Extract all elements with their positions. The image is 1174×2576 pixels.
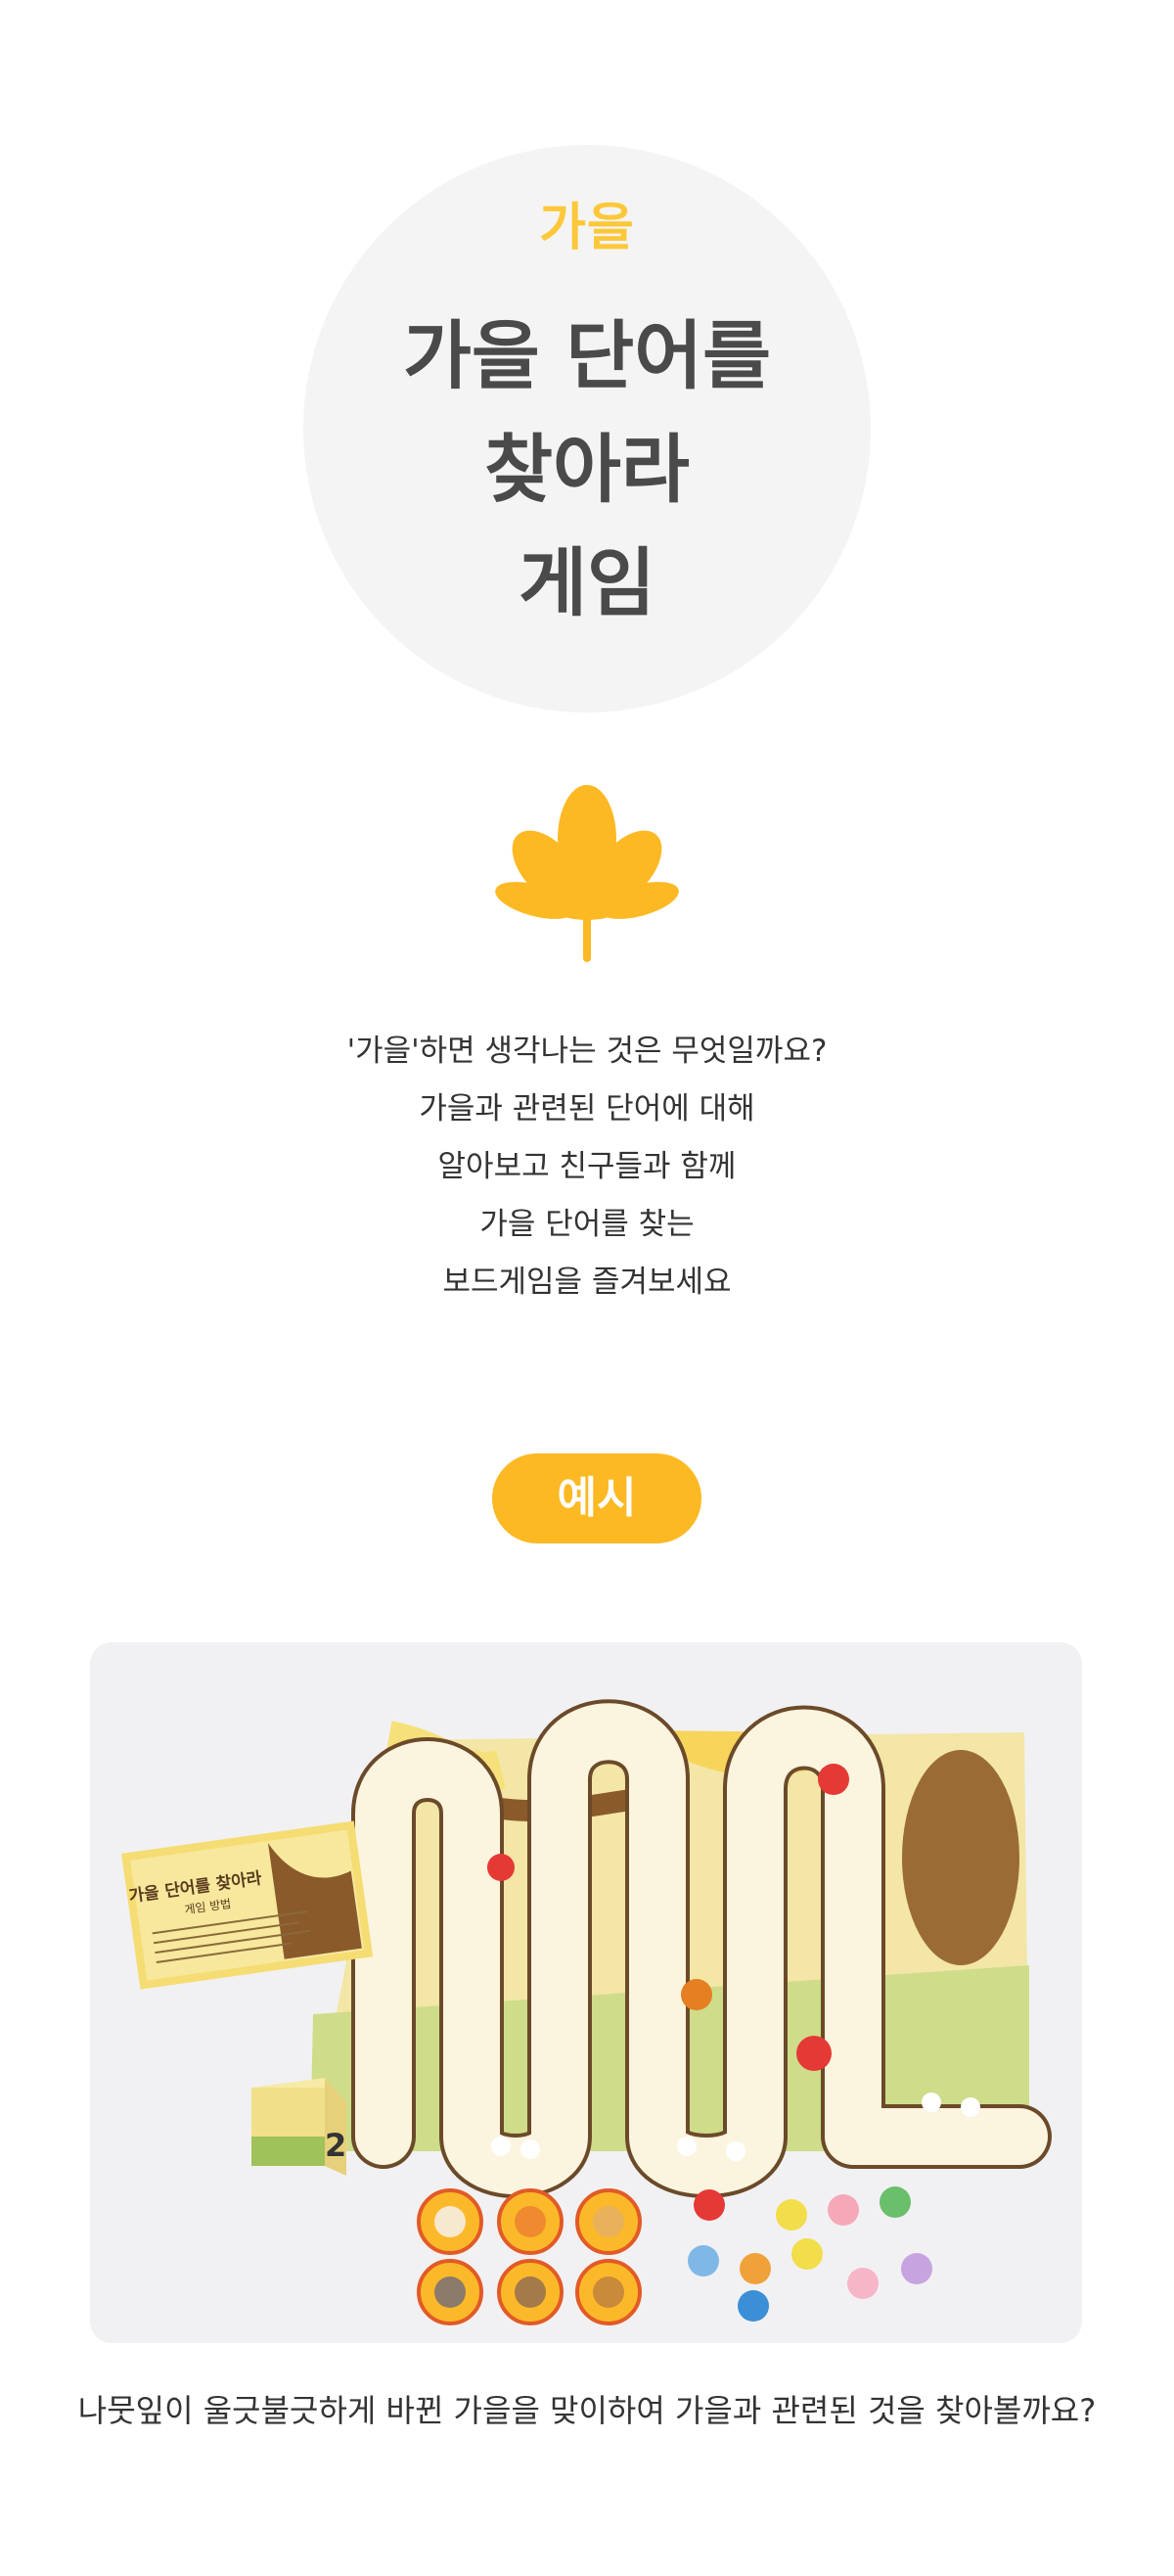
player-token bbox=[417, 2188, 483, 2255]
season-label: 가을 bbox=[539, 199, 635, 257]
player-token bbox=[575, 2259, 642, 2325]
intro-line-3: 알아보고 친구들과 함께 bbox=[437, 1149, 737, 1184]
player-token bbox=[497, 2259, 564, 2325]
intro-line-5: 보드게임을 즐겨보세요 bbox=[442, 1265, 732, 1300]
title-line-3: 게임 bbox=[519, 539, 655, 626]
intro-line-4: 가을 단어를 찾는 bbox=[479, 1207, 695, 1242]
player-tokens bbox=[417, 2188, 642, 2325]
intro-text: '가을'하면 생각나는 것은 무엇일까요? 가을과 관련된 단어에 대해 알아보… bbox=[0, 1023, 1174, 1311]
die-number: 2 bbox=[325, 2127, 346, 2164]
page-title: 가을 단어를 찾아라 게임 bbox=[0, 299, 1174, 640]
intro-line-2: 가을과 관련된 단어에 대해 bbox=[419, 1091, 755, 1127]
player-token bbox=[417, 2259, 483, 2325]
maple-leaf-icon bbox=[494, 778, 680, 964]
player-token bbox=[575, 2188, 642, 2255]
game-die: 2 bbox=[251, 2078, 346, 2176]
player-token bbox=[497, 2188, 564, 2255]
title-line-1: 가을 단어를 bbox=[402, 312, 772, 399]
title-line-2: 찾아라 bbox=[484, 426, 690, 513]
board-game-photo: 가을 단어를 찾아라 게임 방법 2 bbox=[90, 1642, 1082, 2343]
intro-line-1: '가을'하면 생각나는 것은 무엇일까요? bbox=[346, 1034, 828, 1069]
example-badge: 예시 bbox=[492, 1453, 701, 1543]
page: 가을 가을 단어를 찾아라 게임 '가을'하면 생각나는 것은 무엇일까요? 가… bbox=[0, 0, 1174, 2576]
caption: 나뭇잎이 울긋불긋하게 바뀐 가을을 맞이하여 가을과 관련된 것을 찾아볼까요… bbox=[77, 2392, 1097, 2429]
heart-markers bbox=[688, 2186, 932, 2322]
rule-card: 가을 단어를 찾아라 게임 방법 bbox=[121, 1820, 374, 1990]
